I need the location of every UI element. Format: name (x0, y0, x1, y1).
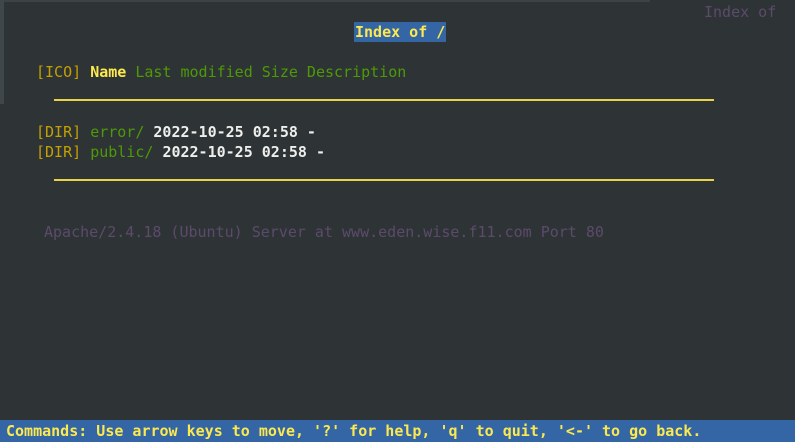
header-ico-label: [ICO] (36, 63, 82, 81)
dir-icon-label: [DIR] (36, 123, 82, 141)
dir-link-error[interactable]: error/ (90, 123, 144, 141)
header-columns-links[interactable]: Last modified Size Description (135, 63, 406, 81)
page-title: Index of / (354, 22, 447, 42)
window-left-edge (0, 0, 4, 104)
listing-header: [ICO] Name Last modified Size Descriptio… (36, 62, 406, 82)
window-title-right: Index of (704, 3, 777, 21)
status-bar-text: Commands: Use arrow keys to move, '?' fo… (6, 422, 702, 440)
status-bar: Commands: Use arrow keys to move, '?' fo… (0, 420, 795, 442)
window-top-edge (0, 0, 650, 2)
dir-modified: 2022-10-25 02:58 - (153, 123, 316, 141)
list-item: [DIR] error/ 2022-10-25 02:58 - (36, 122, 316, 142)
dir-modified: 2022-10-25 02:58 - (162, 143, 325, 161)
server-address: Apache/2.4.18 (Ubuntu) Server at www.ede… (44, 223, 604, 241)
horizontal-rule-top (54, 99, 714, 101)
horizontal-rule-bottom (54, 179, 714, 181)
dir-icon-label: [DIR] (36, 143, 82, 161)
dir-link-public[interactable]: public/ (90, 143, 153, 161)
terminal-window: Index of Index of / [ICO] Name Last modi… (0, 0, 795, 442)
list-item: [DIR] public/ 2022-10-25 02:58 - (36, 142, 325, 162)
header-name-link[interactable]: Name (90, 63, 126, 81)
